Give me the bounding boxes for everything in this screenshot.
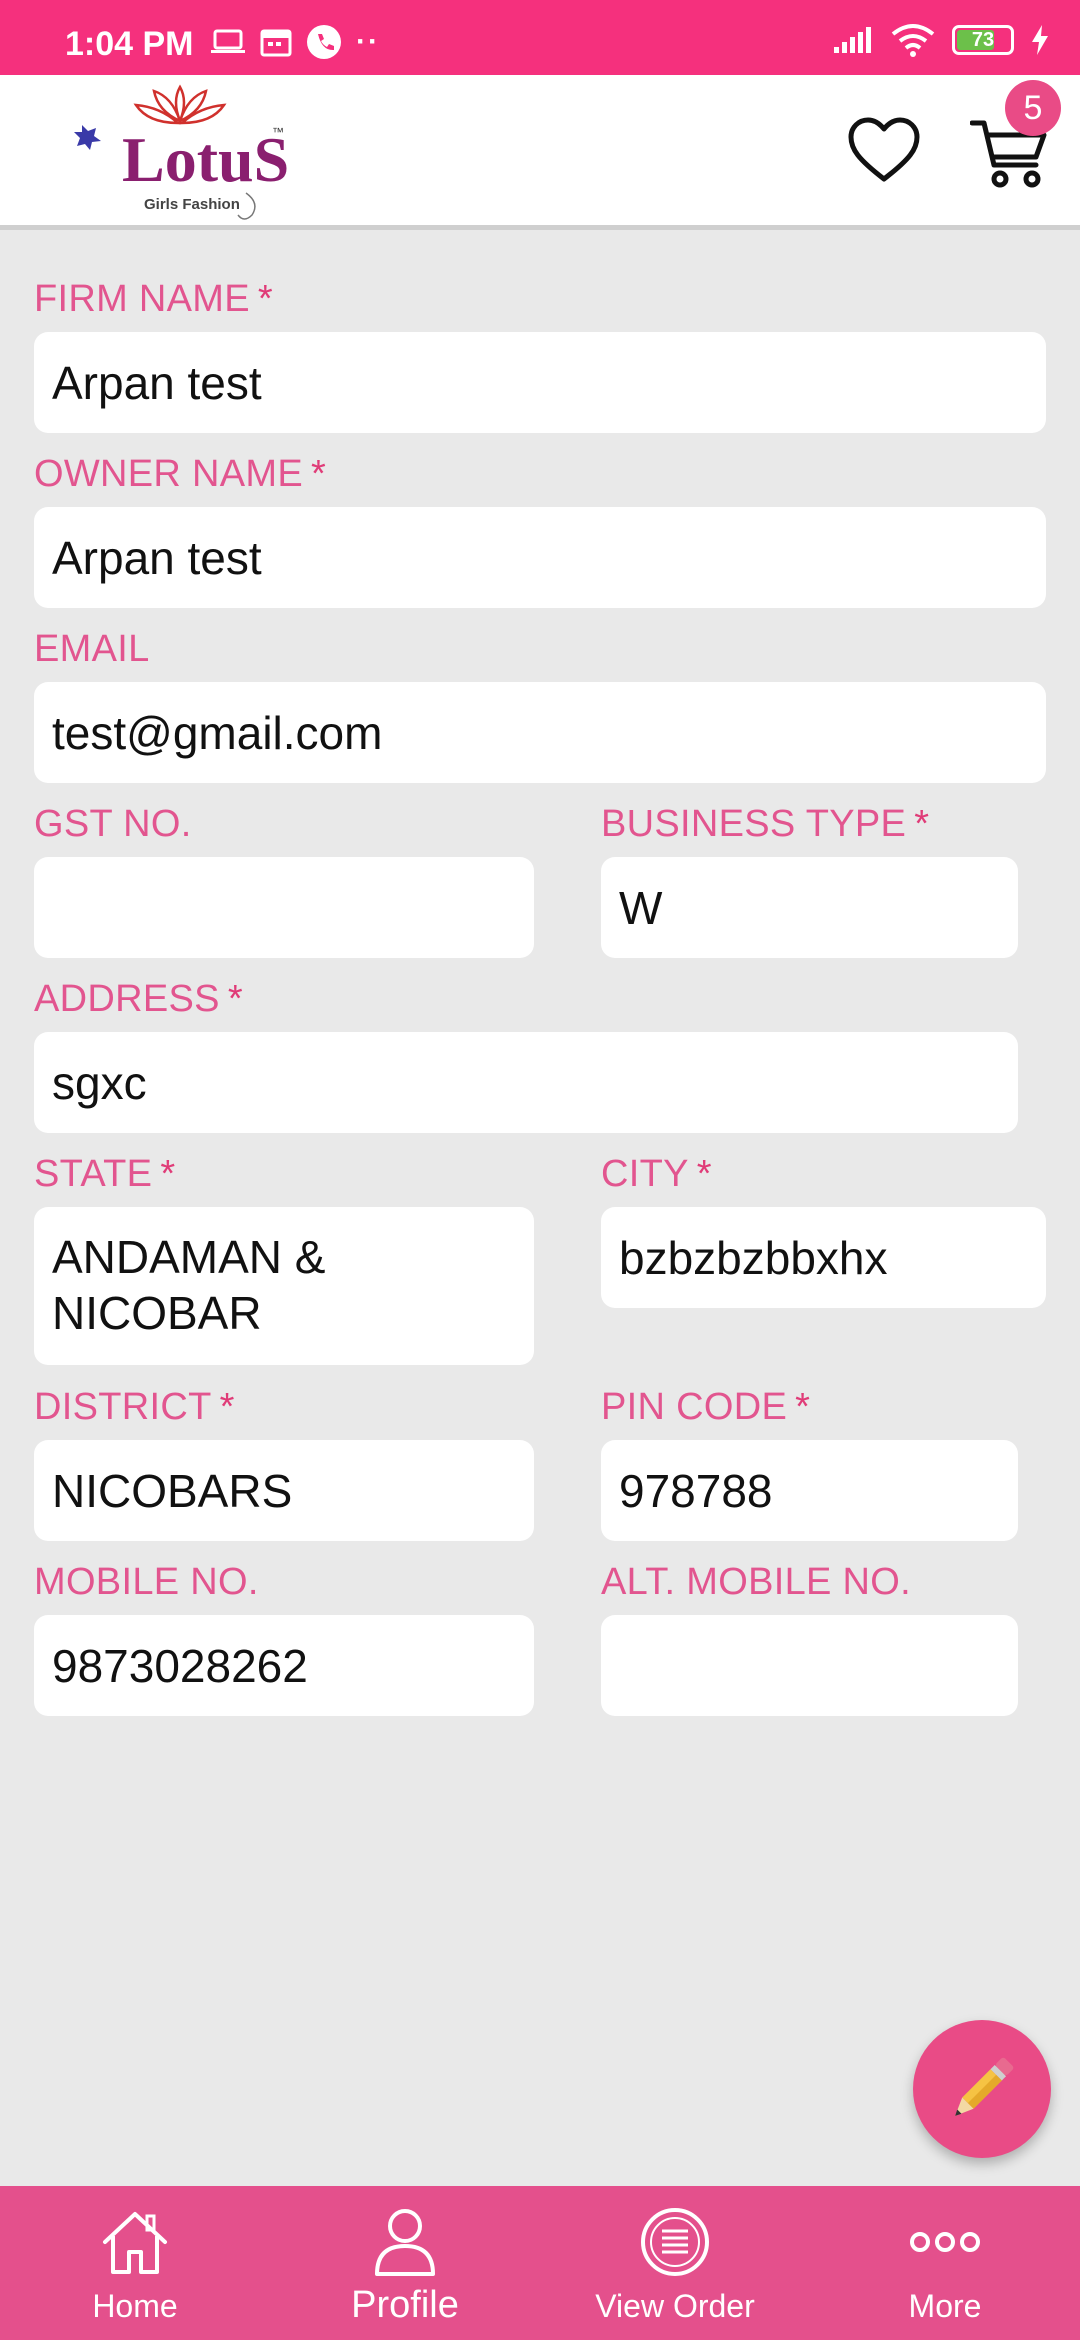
notification-icons: ·· bbox=[210, 24, 380, 60]
laptop-icon bbox=[211, 29, 245, 53]
pin-code-label: PIN CODE * bbox=[601, 1386, 810, 1429]
signal-icon bbox=[834, 27, 871, 53]
more-icon bbox=[910, 2232, 980, 2252]
mobile-no-field[interactable]: 9873028262 bbox=[34, 1615, 534, 1716]
city-field[interactable]: bzbzbzbbxhx bbox=[601, 1207, 1046, 1308]
required-mark: * bbox=[160, 1153, 176, 1195]
pin-code-field[interactable]: 978788 bbox=[601, 1440, 1018, 1541]
district-label: DISTRICT * bbox=[34, 1386, 235, 1429]
owner-name-label: OWNER NAME * bbox=[34, 453, 326, 496]
app-header: LotuS ™ Girls Fashion 5 bbox=[0, 75, 1080, 230]
wishlist-heart-icon[interactable] bbox=[848, 117, 920, 185]
state-label-text: STATE bbox=[34, 1153, 153, 1195]
brand-tagline: Girls Fashion bbox=[144, 196, 240, 213]
required-mark: * bbox=[227, 978, 243, 1020]
pin-code-label-text: PIN CODE bbox=[601, 1386, 788, 1428]
trademark-mark: ™ bbox=[272, 125, 284, 139]
phone-call-icon bbox=[307, 25, 341, 59]
business-type-label: BUSINESS TYPE * bbox=[601, 803, 929, 846]
status-bar: 1:04 PM ·· 73 bbox=[0, 0, 1080, 75]
gst-no-field[interactable] bbox=[34, 857, 534, 958]
calendar-icon bbox=[260, 29, 292, 57]
wifi-icon bbox=[891, 24, 935, 57]
pencil-icon bbox=[955, 2057, 1014, 2116]
firm-name-field[interactable]: Arpan test bbox=[34, 332, 1046, 433]
city-label: CITY * bbox=[601, 1153, 712, 1196]
required-mark: * bbox=[914, 803, 930, 845]
address-field[interactable]: sgxc bbox=[34, 1032, 1018, 1133]
required-mark: * bbox=[311, 453, 327, 495]
district-field[interactable]: NICOBARS bbox=[34, 1440, 534, 1541]
mobile-no-label: MOBILE NO. bbox=[34, 1561, 259, 1603]
cart-count-badge: 5 bbox=[1005, 80, 1061, 136]
state-field[interactable]: ANDAMAN & NICOBAR bbox=[34, 1207, 534, 1365]
email-field[interactable]: test@gmail.com bbox=[34, 682, 1046, 783]
battery-icon: 73 bbox=[952, 25, 1014, 55]
alt-mobile-no-label: ALT. MOBILE NO. bbox=[601, 1561, 911, 1603]
nav-more[interactable]: More bbox=[810, 2186, 1080, 2340]
email-label: EMAIL bbox=[34, 628, 150, 670]
required-mark: * bbox=[219, 1386, 235, 1428]
nav-home-label: Home bbox=[92, 2288, 178, 2324]
battery-level: 73 bbox=[971, 28, 995, 51]
person-icon bbox=[375, 2209, 435, 2276]
address-label: ADDRESS * bbox=[34, 978, 243, 1021]
nav-more-label: More bbox=[908, 2288, 982, 2324]
address-label-text: ADDRESS bbox=[34, 978, 220, 1020]
edit-profile-button[interactable] bbox=[913, 2020, 1051, 2158]
alt-mobile-no-field[interactable] bbox=[601, 1615, 1018, 1716]
owner-name-field[interactable]: Arpan test bbox=[34, 507, 1046, 608]
business-type-label-text: BUSINESS TYPE bbox=[601, 803, 907, 845]
nav-profile-label: Profile bbox=[351, 2284, 459, 2326]
business-type-field[interactable]: W bbox=[601, 857, 1018, 958]
nav-profile[interactable]: Profile bbox=[270, 2186, 540, 2340]
required-mark: * bbox=[257, 278, 274, 320]
required-mark: * bbox=[696, 1153, 712, 1195]
city-label-text: CITY bbox=[601, 1153, 689, 1195]
firm-name-label-text: FIRM NAME bbox=[34, 278, 250, 320]
gst-no-label: GST NO. bbox=[34, 803, 192, 845]
more-notifications-icon: ·· bbox=[356, 25, 380, 58]
owner-name-label-text: OWNER NAME bbox=[34, 453, 303, 495]
list-icon bbox=[641, 2208, 709, 2276]
lotus-logo: LotuS ™ Girls Fashion bbox=[74, 84, 289, 220]
district-label-text: DISTRICT bbox=[34, 1386, 212, 1428]
nav-home[interactable]: Home bbox=[0, 2186, 270, 2340]
bottom-navigation: Home Profile View Order More bbox=[0, 2186, 1080, 2340]
state-label: STATE * bbox=[34, 1153, 175, 1196]
firm-name-label: FIRM NAME * bbox=[34, 278, 273, 321]
charging-icon bbox=[1032, 25, 1048, 55]
brand-logo-text: LotuS bbox=[122, 124, 289, 195]
nav-view-order[interactable]: View Order bbox=[540, 2186, 810, 2340]
nav-view-order-label: View Order bbox=[595, 2288, 755, 2324]
home-icon bbox=[103, 2212, 167, 2274]
required-mark: * bbox=[795, 1386, 811, 1428]
status-time: 1:04 PM bbox=[65, 25, 194, 63]
